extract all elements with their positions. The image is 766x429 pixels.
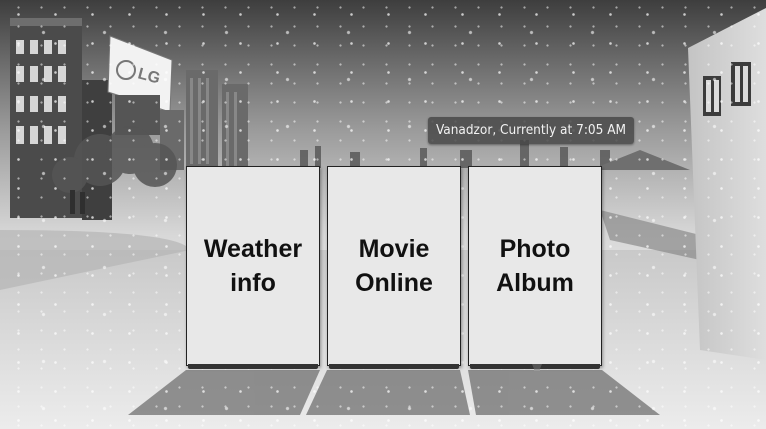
movie-online-card[interactable]: Movie Online	[327, 166, 461, 366]
card-shadows	[128, 370, 660, 415]
tv-home-screen: LG Vanadzor, Currently at 7:05 AM Weathe…	[0, 0, 766, 429]
distant-skyline	[300, 140, 610, 168]
movie-card-base	[329, 364, 459, 369]
movie-online-label: Movie Online	[355, 235, 433, 297]
selection-pointer-icon	[532, 364, 542, 371]
location-time-banner: Vanadzor, Currently at 7:05 AM	[428, 117, 635, 144]
weather-info-card[interactable]: Weather info	[186, 166, 320, 366]
photo-album-label: Photo Album	[496, 235, 574, 297]
right-building	[688, 8, 766, 360]
photo-album-card[interactable]: Photo Album	[468, 166, 602, 366]
weather-info-label: Weather info	[203, 235, 303, 297]
weather-card-base	[188, 364, 318, 369]
